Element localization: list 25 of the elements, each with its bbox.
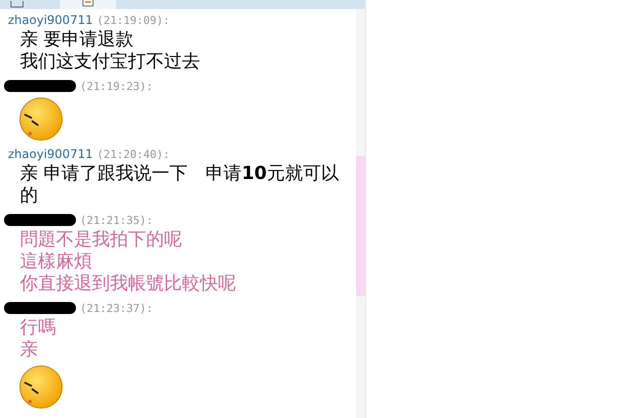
scrollbar[interactable] <box>356 9 365 418</box>
message-time: (21:23:37): <box>80 302 153 314</box>
redaction-mark <box>4 302 76 314</box>
message-text: 我们这支付宝打不过去 <box>19 51 201 73</box>
document-icon <box>81 0 95 8</box>
redaction-mark <box>4 214 76 226</box>
message-time: (21:21:35): <box>80 214 153 226</box>
message-time: (21:19:09): <box>96 14 170 26</box>
message-text: 行嗎 <box>19 317 57 339</box>
window-icon[interactable] <box>10 1 24 9</box>
emoticon-icon <box>18 97 64 141</box>
message-time: (21:19:23): <box>80 80 153 92</box>
scrollbar-thumb[interactable] <box>356 156 365 296</box>
message-text: 亲 要申请退款 <box>19 29 135 51</box>
sender-name: zhaoyi900711 <box>8 13 93 27</box>
emoticon-icon <box>18 365 64 409</box>
message-text: 你直接退到我帳號比較快呢 <box>19 273 237 295</box>
message-text: 這樣麻煩 <box>19 251 93 273</box>
message-text: 問題不是我拍下的呢 <box>19 229 183 251</box>
message-text: 亲 申请了跟我说一下 申请10元就可以的 <box>19 163 340 207</box>
toolbar-tab[interactable] <box>60 0 116 9</box>
message-text: 亲 <box>19 339 39 361</box>
sender-name: zhaoyi900711 <box>8 147 93 161</box>
message-time: (21:20:40): <box>96 148 170 160</box>
redaction-mark <box>4 80 76 92</box>
